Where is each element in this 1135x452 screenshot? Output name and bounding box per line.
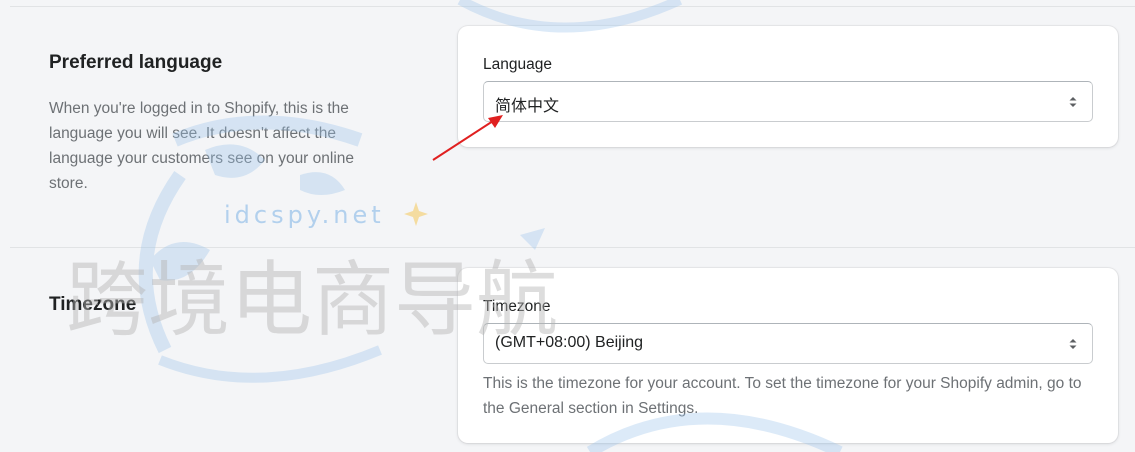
section-divider [10, 247, 1135, 248]
language-card: Language 简体中文 [458, 26, 1118, 147]
language-section-heading: Preferred language [49, 52, 223, 73]
select-arrows-icon [1069, 97, 1077, 107]
timezone-select[interactable]: (GMT+08:00) Beijing [483, 323, 1093, 364]
top-divider [10, 6, 1135, 7]
watermark-url: idcspy.net [224, 201, 385, 229]
timezone-label: Timezone [483, 298, 551, 315]
timezone-section-heading: Timezone [49, 294, 137, 315]
timezone-help-text: This is the timezone for your account. T… [483, 375, 1082, 417]
sparkle-icon [404, 202, 428, 226]
language-select-value: 简体中文 [495, 98, 560, 115]
timezone-select-value: (GMT+08:00) Beijing [495, 334, 644, 351]
select-arrows-icon [1069, 339, 1077, 349]
language-section-description: When you're logged in to Shopify, this i… [49, 100, 355, 192]
timezone-card: Timezone (GMT+08:00) Beijing This is the… [458, 268, 1118, 443]
language-select[interactable]: 简体中文 [483, 81, 1093, 122]
language-label: Language [483, 56, 552, 73]
